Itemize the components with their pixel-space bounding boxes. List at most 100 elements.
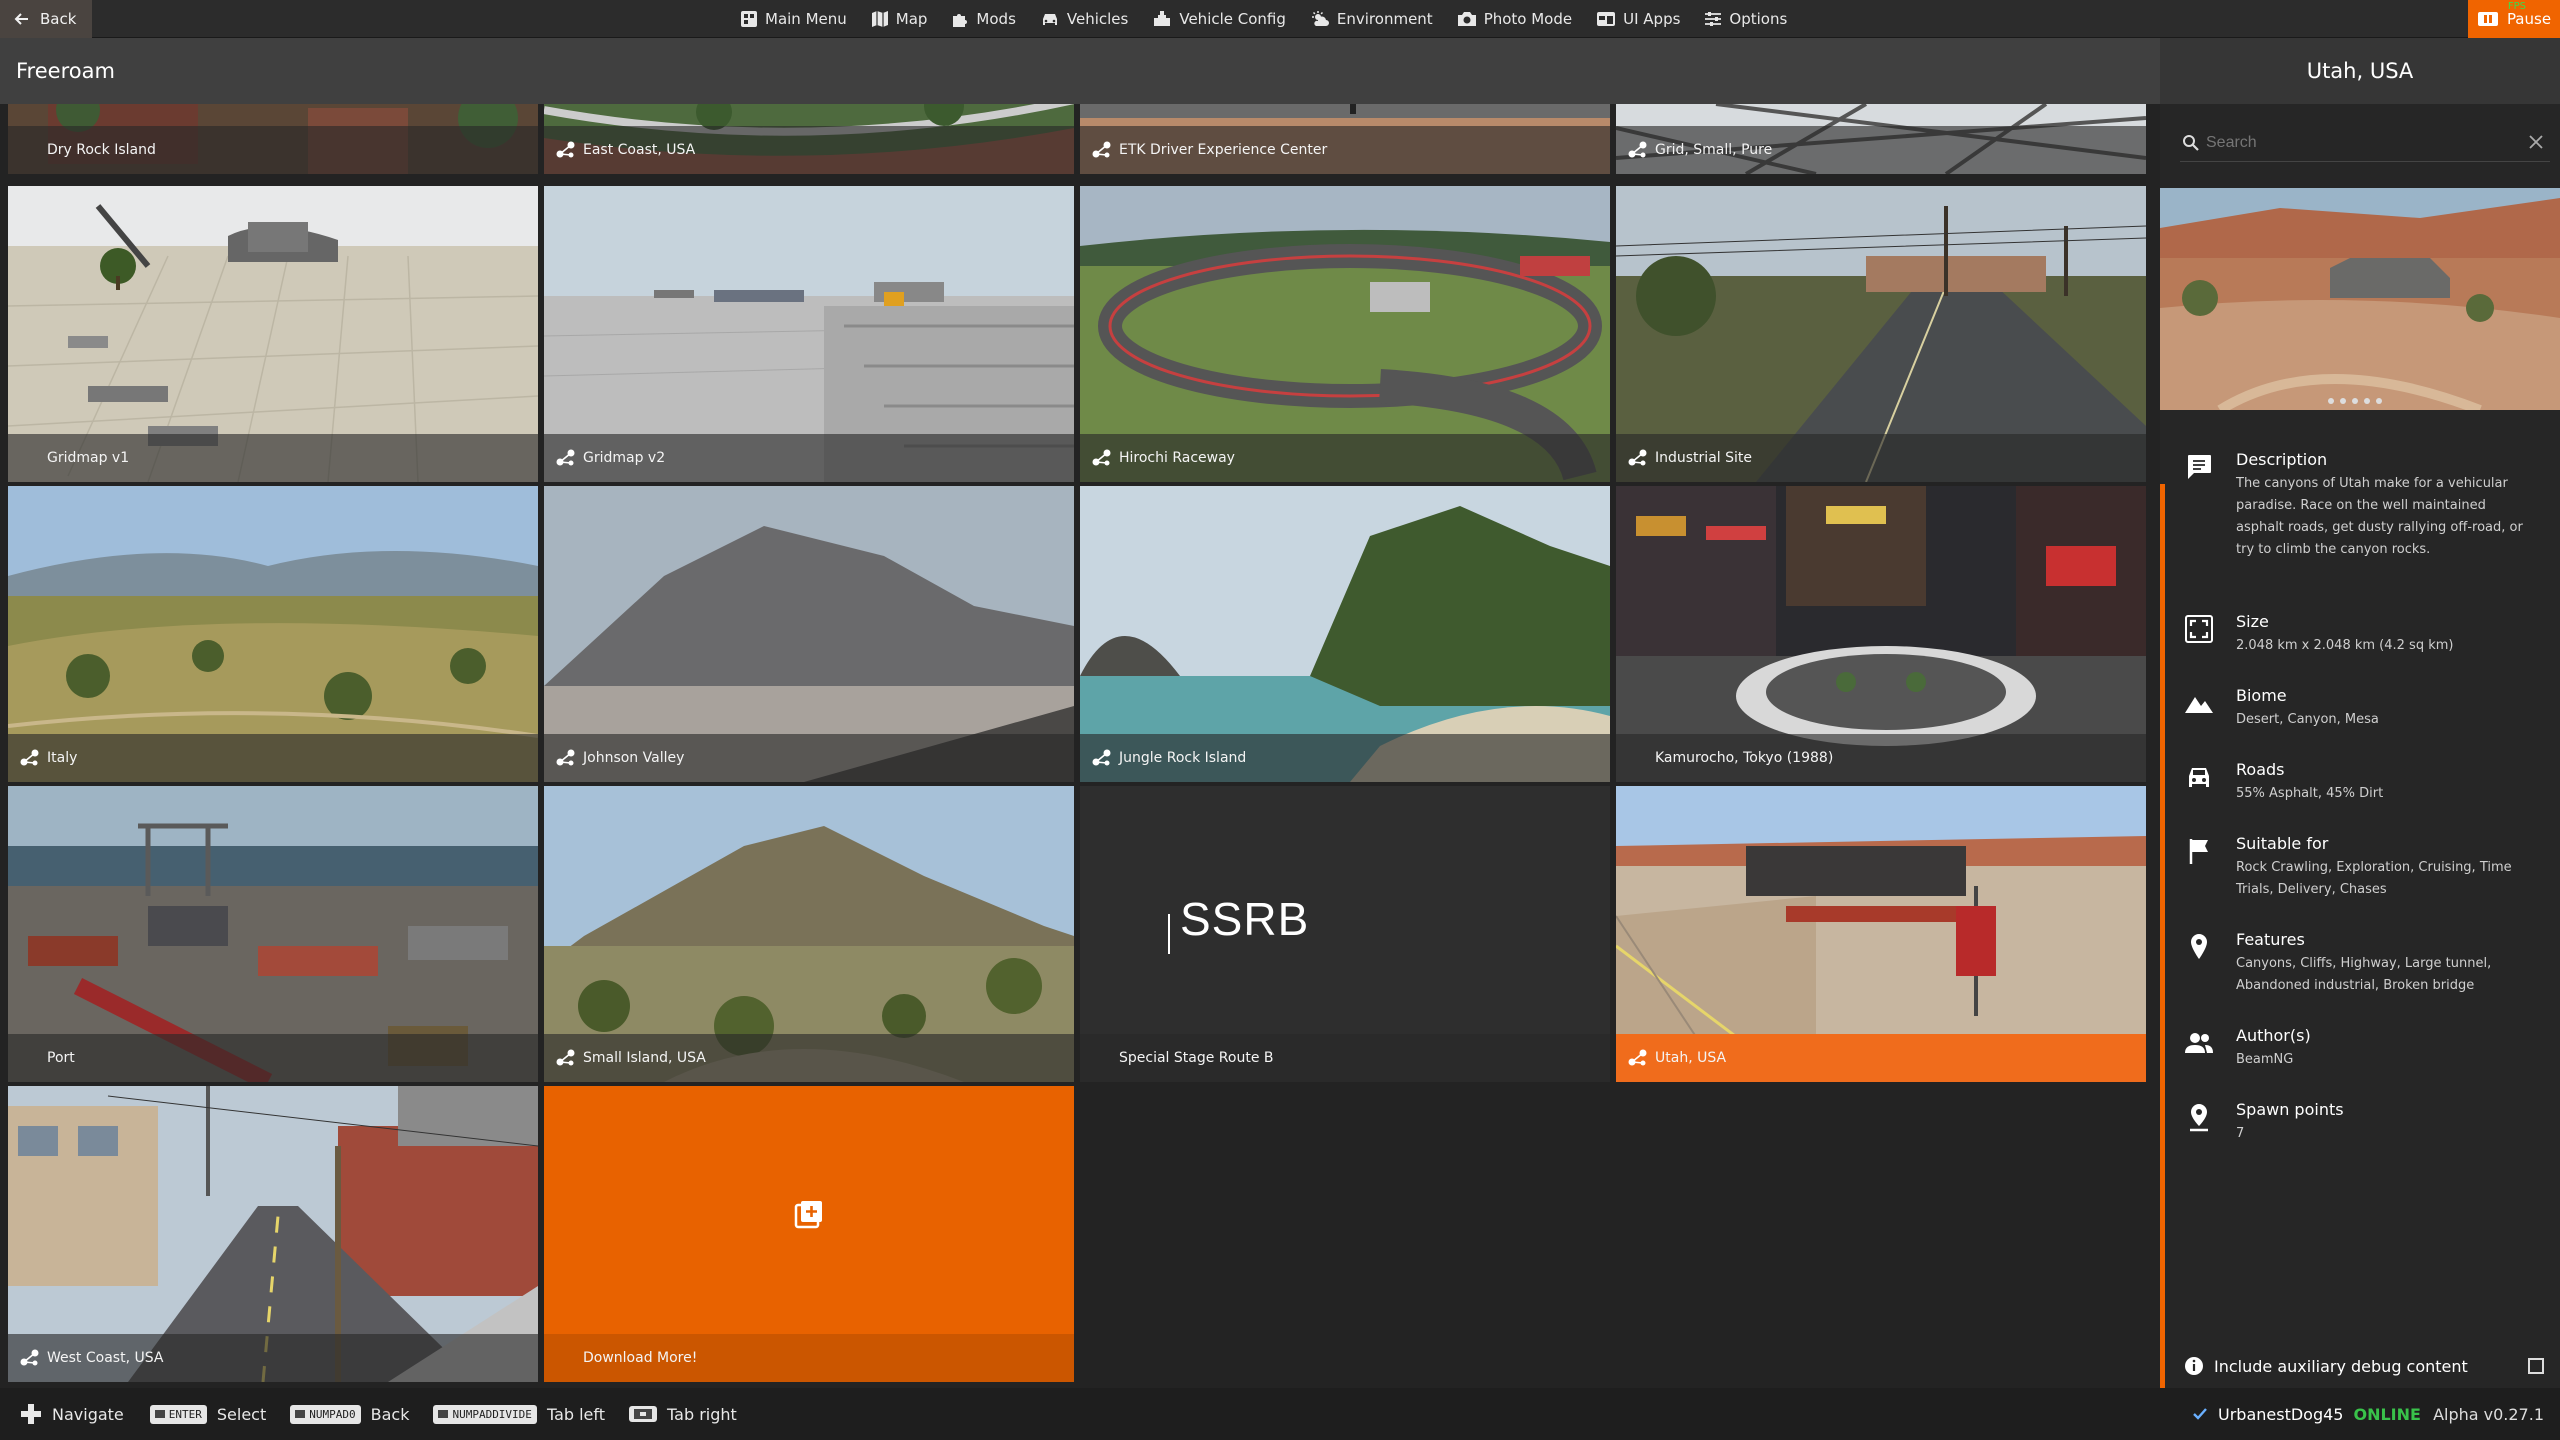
level-name: Grid, Small, Pure — [1655, 142, 1773, 158]
back-button[interactable]: Back — [0, 0, 92, 38]
level-tile-hirochi-raceway[interactable]: Hirochi Raceway — [1080, 186, 1610, 482]
nav-main-menu[interactable]: Main Menu — [740, 10, 847, 28]
level-caption: Gridmap v1 — [8, 434, 538, 482]
level-detail-panel: Description The canyons of Utah make for… — [2160, 104, 2560, 1392]
hint-tab-right[interactable]: Tab right — [629, 1405, 737, 1424]
level-tile-grid-small-pure[interactable]: Grid, Small, Pure — [1616, 104, 2146, 174]
authors-label: Author(s) — [2236, 1026, 2311, 1045]
fps-counter: FPS — [2507, 1, 2526, 12]
level-name: East Coast, USA — [583, 142, 696, 158]
nav-mods-label: Mods — [976, 10, 1016, 28]
nav-vehicles-label: Vehicles — [1066, 10, 1129, 28]
nav-options-label: Options — [1729, 10, 1788, 28]
level-grid: Dry Rock Island East Coast, USA ETK Driv… — [0, 104, 2160, 1388]
user-status[interactable]: UrbanestDog45 ONLINE — [2192, 1388, 2421, 1440]
search-input[interactable] — [2206, 133, 2496, 152]
level-caption: Johnson Valley — [544, 734, 1074, 782]
level-tile-dry-rock-island[interactable]: Dry Rock Island — [8, 104, 538, 174]
weather-icon — [1310, 10, 1330, 28]
level-name: Dry Rock Island — [47, 142, 156, 158]
camera-icon — [1457, 10, 1477, 28]
people-icon — [2184, 1026, 2216, 1071]
level-caption: Special Stage Route B — [1080, 1034, 1610, 1082]
info-authors: Author(s) BeamNG — [2184, 1026, 2544, 1071]
main-menu-icon — [740, 10, 758, 28]
info-biome: Biome Desert, Canyon, Mesa — [2184, 686, 2544, 731]
info-features: Features Canyons, Cliffs, Highway, Large… — [2184, 930, 2544, 997]
back-label: Back — [370, 1404, 410, 1424]
level-tile-industrial-site[interactable]: Industrial Site — [1616, 186, 2146, 482]
spawn-value: 7 — [2236, 1126, 2245, 1141]
select-label: Select — [216, 1404, 267, 1424]
level-preview-image[interactable] — [2160, 188, 2560, 410]
hint-back[interactable]: NUMPAD0 Back — [290, 1404, 410, 1424]
hint-tab-left[interactable]: NUMPADDIVIDE Tab left — [433, 1404, 606, 1424]
nav-vehicle-config[interactable]: Vehicle Config — [1152, 10, 1286, 28]
debug-content-checkbox[interactable] — [2528, 1358, 2544, 1374]
nav-mods[interactable]: Mods — [951, 10, 1016, 28]
numpaddivide-key: NUMPADDIVIDE — [433, 1404, 537, 1424]
debug-content-toggle[interactable]: Include auxiliary debug content — [2184, 1356, 2544, 1376]
info-suitable-for: Suitable for Rock Crawling, Exploration,… — [2184, 834, 2544, 901]
enter-key: ENTER — [149, 1404, 207, 1424]
level-tile-kamurocho-tokyo[interactable]: Kamurocho, Tokyo (1988) — [1616, 486, 2146, 782]
level-name: Johnson Valley — [583, 750, 685, 766]
level-name: Small Island, USA — [583, 1050, 706, 1066]
game-version: Alpha v0.27.1 — [2433, 1404, 2544, 1424]
nav-map-label: Map — [895, 10, 928, 28]
biome-value: Desert, Canyon, Mesa — [2236, 712, 2379, 727]
carousel-dots[interactable] — [2328, 398, 2382, 404]
level-name: Industrial Site — [1655, 450, 1752, 466]
level-tile-etk-driver-experience-center[interactable]: ETK Driver Experience Center — [1080, 104, 1610, 174]
username: UrbanestDog45 — [2218, 1404, 2344, 1424]
mod-icon — [556, 749, 576, 767]
level-tile-east-coast[interactable]: East Coast, USA — [544, 104, 1074, 174]
nav-ui-apps[interactable]: UI Apps — [1596, 10, 1680, 28]
search-box — [2180, 124, 2550, 162]
level-caption: ETK Driver Experience Center — [1080, 126, 1610, 174]
nav-photo-mode[interactable]: Photo Mode — [1457, 10, 1572, 28]
level-tile-johnson-valley[interactable]: Johnson Valley — [544, 486, 1074, 782]
spawn-label: Spawn points — [2236, 1100, 2344, 1119]
dpad-icon — [20, 1403, 42, 1425]
level-caption: Gridmap v2 — [544, 434, 1074, 482]
level-tile-special-stage-route-b[interactable]: SSRB Special Stage Route B — [1080, 786, 1610, 1082]
level-caption: Italy — [8, 734, 538, 782]
level-tile-jungle-rock-island[interactable]: Jungle Rock Island — [1080, 486, 1610, 782]
level-caption: Hirochi Raceway — [1080, 434, 1610, 482]
mountain-icon — [2184, 686, 2216, 731]
mod-icon — [1628, 141, 1648, 159]
level-tile-small-island[interactable]: Small Island, USA — [544, 786, 1074, 1082]
description-text: The canyons of Utah make for a vehicular… — [2236, 476, 2523, 557]
level-caption: Port — [8, 1034, 538, 1082]
close-icon[interactable] — [2528, 134, 2544, 150]
ssrb-logo-text: SSRB — [1180, 893, 1310, 945]
car-icon — [1040, 10, 1060, 28]
level-name: Gridmap v2 — [583, 450, 666, 466]
download-more-caption: Download More! — [544, 1334, 1074, 1382]
features-value: Canyons, Cliffs, Highway, Large tunnel, … — [2236, 956, 2492, 993]
nav-vehicles[interactable]: Vehicles — [1040, 10, 1128, 28]
level-tile-italy[interactable]: Italy — [8, 486, 538, 782]
hint-navigate: Navigate — [20, 1403, 124, 1425]
comment-icon — [2184, 450, 2216, 561]
nav-map[interactable]: Map — [871, 10, 928, 28]
puzzle-icon — [951, 10, 969, 28]
tab-right-label: Tab right — [667, 1404, 737, 1424]
level-caption: Jungle Rock Island — [1080, 734, 1610, 782]
debug-content-label: Include auxiliary debug content — [2214, 1356, 2468, 1376]
level-tile-utah-selected[interactable]: Utah, USA — [1616, 786, 2146, 1082]
download-more-tile[interactable]: Download More! — [544, 1086, 1074, 1382]
tab-left-label: Tab left — [546, 1404, 606, 1424]
level-tile-gridmap-v1[interactable]: Gridmap v1 — [8, 186, 538, 482]
hint-select[interactable]: ENTER Select — [149, 1404, 267, 1424]
level-tile-gridmap-v2[interactable]: Gridmap v2 — [544, 186, 1074, 482]
level-tile-port[interactable]: Port — [8, 786, 538, 1082]
ui-apps-icon — [1596, 10, 1616, 28]
numpad0-key: NUMPAD0 — [290, 1404, 361, 1424]
roads-value: 55% Asphalt, 45% Dirt — [2236, 786, 2384, 801]
nav-environment[interactable]: Environment — [1310, 10, 1433, 28]
level-tile-west-coast[interactable]: West Coast, USA — [8, 1086, 538, 1382]
level-name: Italy — [47, 750, 78, 766]
nav-options[interactable]: Options — [1704, 10, 1787, 28]
